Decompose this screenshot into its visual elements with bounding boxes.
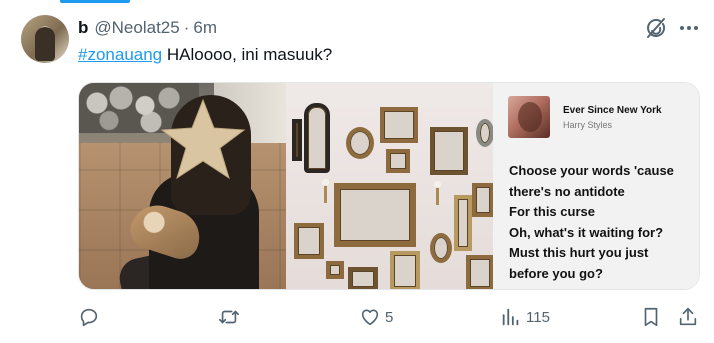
tweet-header: b @Neolat25 · 6m: [78, 17, 217, 39]
more-icon[interactable]: [678, 18, 700, 38]
song-artist: Harry Styles: [563, 120, 613, 130]
like-count: 5: [385, 308, 394, 326]
photo-girl-with-cat[interactable]: [79, 83, 286, 289]
views-count: 115: [526, 308, 550, 326]
lyric-line: there's no antidote: [509, 183, 625, 199]
action-bar: 5 115: [0, 304, 714, 330]
hashtag-link[interactable]: #zonauang: [78, 45, 162, 64]
share-button[interactable]: [677, 304, 699, 330]
bookmark-button[interactable]: [640, 304, 662, 330]
lyric-line: For this curse: [509, 204, 595, 220]
retweet-icon: [219, 310, 239, 324]
retweet-button[interactable]: [218, 304, 244, 330]
views-icon: [502, 308, 519, 326]
reply-button[interactable]: [78, 304, 104, 330]
heart-icon: [361, 309, 379, 326]
star-sticker-icon: [160, 98, 246, 180]
avatar[interactable]: [21, 15, 69, 63]
lyric-line: before you go?: [509, 265, 603, 281]
author-name[interactable]: b: [78, 18, 88, 38]
photo-mirror-wall[interactable]: [286, 83, 493, 289]
like-button[interactable]: 5: [359, 304, 393, 330]
top-accent-bar: [60, 0, 130, 3]
lyrics-card[interactable]: Ever Since New York Harry Styles Choose …: [493, 83, 699, 289]
tweet-time[interactable]: 6m: [193, 18, 217, 38]
album-cover: [508, 96, 550, 138]
media-grid[interactable]: Ever Since New York Harry Styles Choose …: [78, 82, 700, 290]
grok-icon[interactable]: [644, 16, 668, 40]
reply-icon: [80, 308, 98, 327]
lyric-line: Must this hurt you just: [509, 245, 649, 261]
separator-dot: ·: [183, 18, 190, 37]
share-icon: [679, 307, 697, 326]
lyric-line: Oh, what's it waiting for?: [509, 224, 664, 240]
lyric-line: Choose your words 'cause: [509, 163, 674, 178]
tweet-text: #zonauang HAloooo, ini masuuk?: [78, 45, 332, 65]
lyric-lines: Choose your words 'cause there's no anti…: [509, 161, 674, 285]
song-title: Ever Since New York: [563, 105, 662, 116]
author-handle[interactable]: @Neolat25: [94, 18, 179, 38]
views-button[interactable]: 115: [500, 304, 550, 330]
tweet-body: HAloooo, ini masuuk?: [162, 45, 333, 64]
bookmark-icon: [644, 307, 658, 327]
